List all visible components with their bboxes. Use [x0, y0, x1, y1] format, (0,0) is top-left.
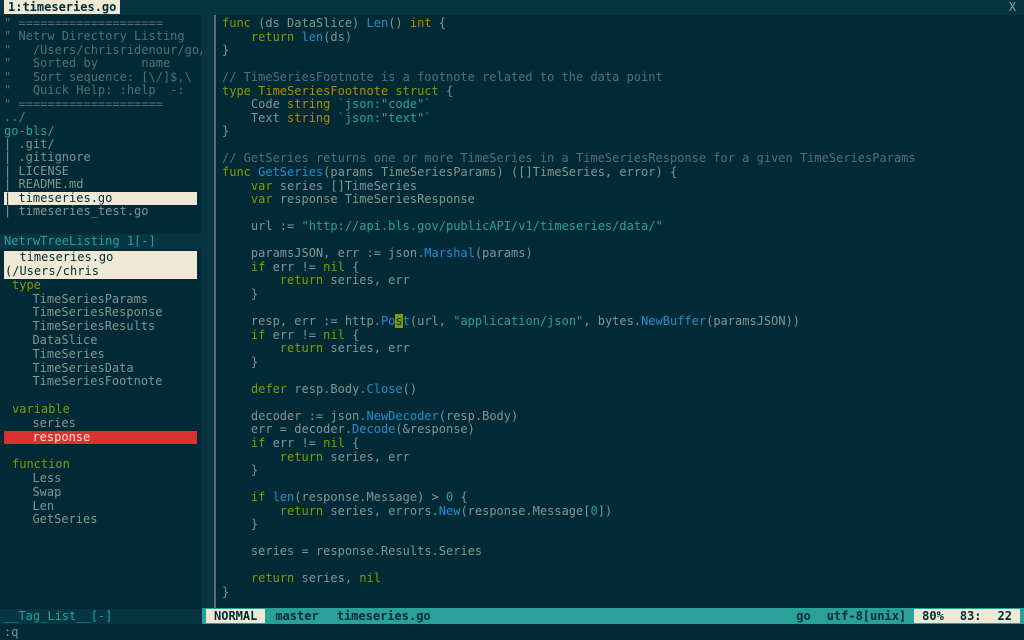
- status-percent: 80%: [914, 609, 952, 623]
- taglist-item[interactable]: Swap: [4, 486, 197, 500]
- taglist-item[interactable]: TimeSeriesFootnote: [4, 375, 197, 389]
- taglist-item[interactable]: Less: [4, 472, 197, 486]
- taglist-item[interactable]: response: [4, 431, 197, 445]
- taglist-item[interactable]: TimeSeriesResponse: [4, 306, 197, 320]
- code-editor[interactable]: func (ds DataSlice) Len() int { return l…: [216, 15, 1024, 608]
- taglist-file[interactable]: timeseries.go (/Users/chris: [4, 251, 197, 279]
- taglist-section[interactable]: type: [4, 279, 197, 293]
- netrw-file[interactable]: | README.md: [4, 177, 83, 191]
- netrw-file[interactable]: | .git/: [4, 137, 55, 151]
- status-mode: NORMAL: [206, 609, 265, 623]
- netrw-panel[interactable]: " ====================" Netrw Directory …: [0, 15, 201, 234]
- tab-bar: 1:timeseries.go X: [0, 0, 1024, 15]
- taglist-item[interactable]: DataSlice: [4, 334, 197, 348]
- netrw-file[interactable]: | .gitignore: [4, 150, 91, 164]
- status-filetype: go: [788, 609, 818, 623]
- netrw-file[interactable]: | timeseries_test.go: [4, 204, 149, 218]
- command-text: :q: [4, 625, 18, 639]
- taglist-item[interactable]: Len: [4, 500, 197, 514]
- editor-viewport[interactable]: func (ds DataSlice) Len() int { return l…: [202, 15, 1024, 608]
- taglist-item[interactable]: TimeSeriesParams: [4, 293, 197, 307]
- netrw-file[interactable]: | timeseries.go: [4, 192, 197, 205]
- netrw-up-dir[interactable]: ../: [4, 110, 26, 124]
- main-area: " ====================" Netrw Directory …: [0, 15, 1024, 624]
- taglist-item[interactable]: TimeSeriesData: [4, 362, 197, 376]
- taglist-item[interactable]: series: [4, 417, 197, 431]
- fold-gutter: [202, 15, 216, 608]
- taglist-section[interactable]: variable: [4, 403, 197, 417]
- taglist-section[interactable]: function: [4, 458, 197, 472]
- tab-active[interactable]: 1:timeseries.go: [4, 0, 120, 14]
- netrw-status-bar: NetrwTreeListing 1[-]: [0, 234, 201, 249]
- taglist-item[interactable]: TimeSeries: [4, 348, 197, 362]
- status-line: NORMAL master timeseries.go go utf-8[uni…: [202, 608, 1024, 624]
- netrw-dir[interactable]: go-bls/: [4, 124, 55, 138]
- status-col-number: 22: [990, 609, 1020, 623]
- taglist-status-bar: __Tag_List__[-]: [0, 609, 201, 624]
- netrw-file[interactable]: | LICENSE: [4, 164, 69, 178]
- status-encoding: utf-8[unix]: [819, 609, 914, 623]
- tab-close-icon[interactable]: X: [1005, 0, 1020, 14]
- editor-column: func (ds DataSlice) Len() int { return l…: [202, 15, 1024, 624]
- status-line-number: 83:: [952, 609, 990, 623]
- left-column: " ====================" Netrw Directory …: [0, 15, 202, 624]
- command-line[interactable]: :q: [0, 624, 1024, 640]
- taglist-panel[interactable]: timeseries.go (/Users/christype TimeSeri…: [0, 249, 201, 609]
- status-filename: timeseries.go: [329, 609, 439, 623]
- taglist-item[interactable]: GetSeries: [4, 513, 197, 527]
- taglist-item[interactable]: TimeSeriesResults: [4, 320, 197, 334]
- status-branch: master: [265, 609, 328, 623]
